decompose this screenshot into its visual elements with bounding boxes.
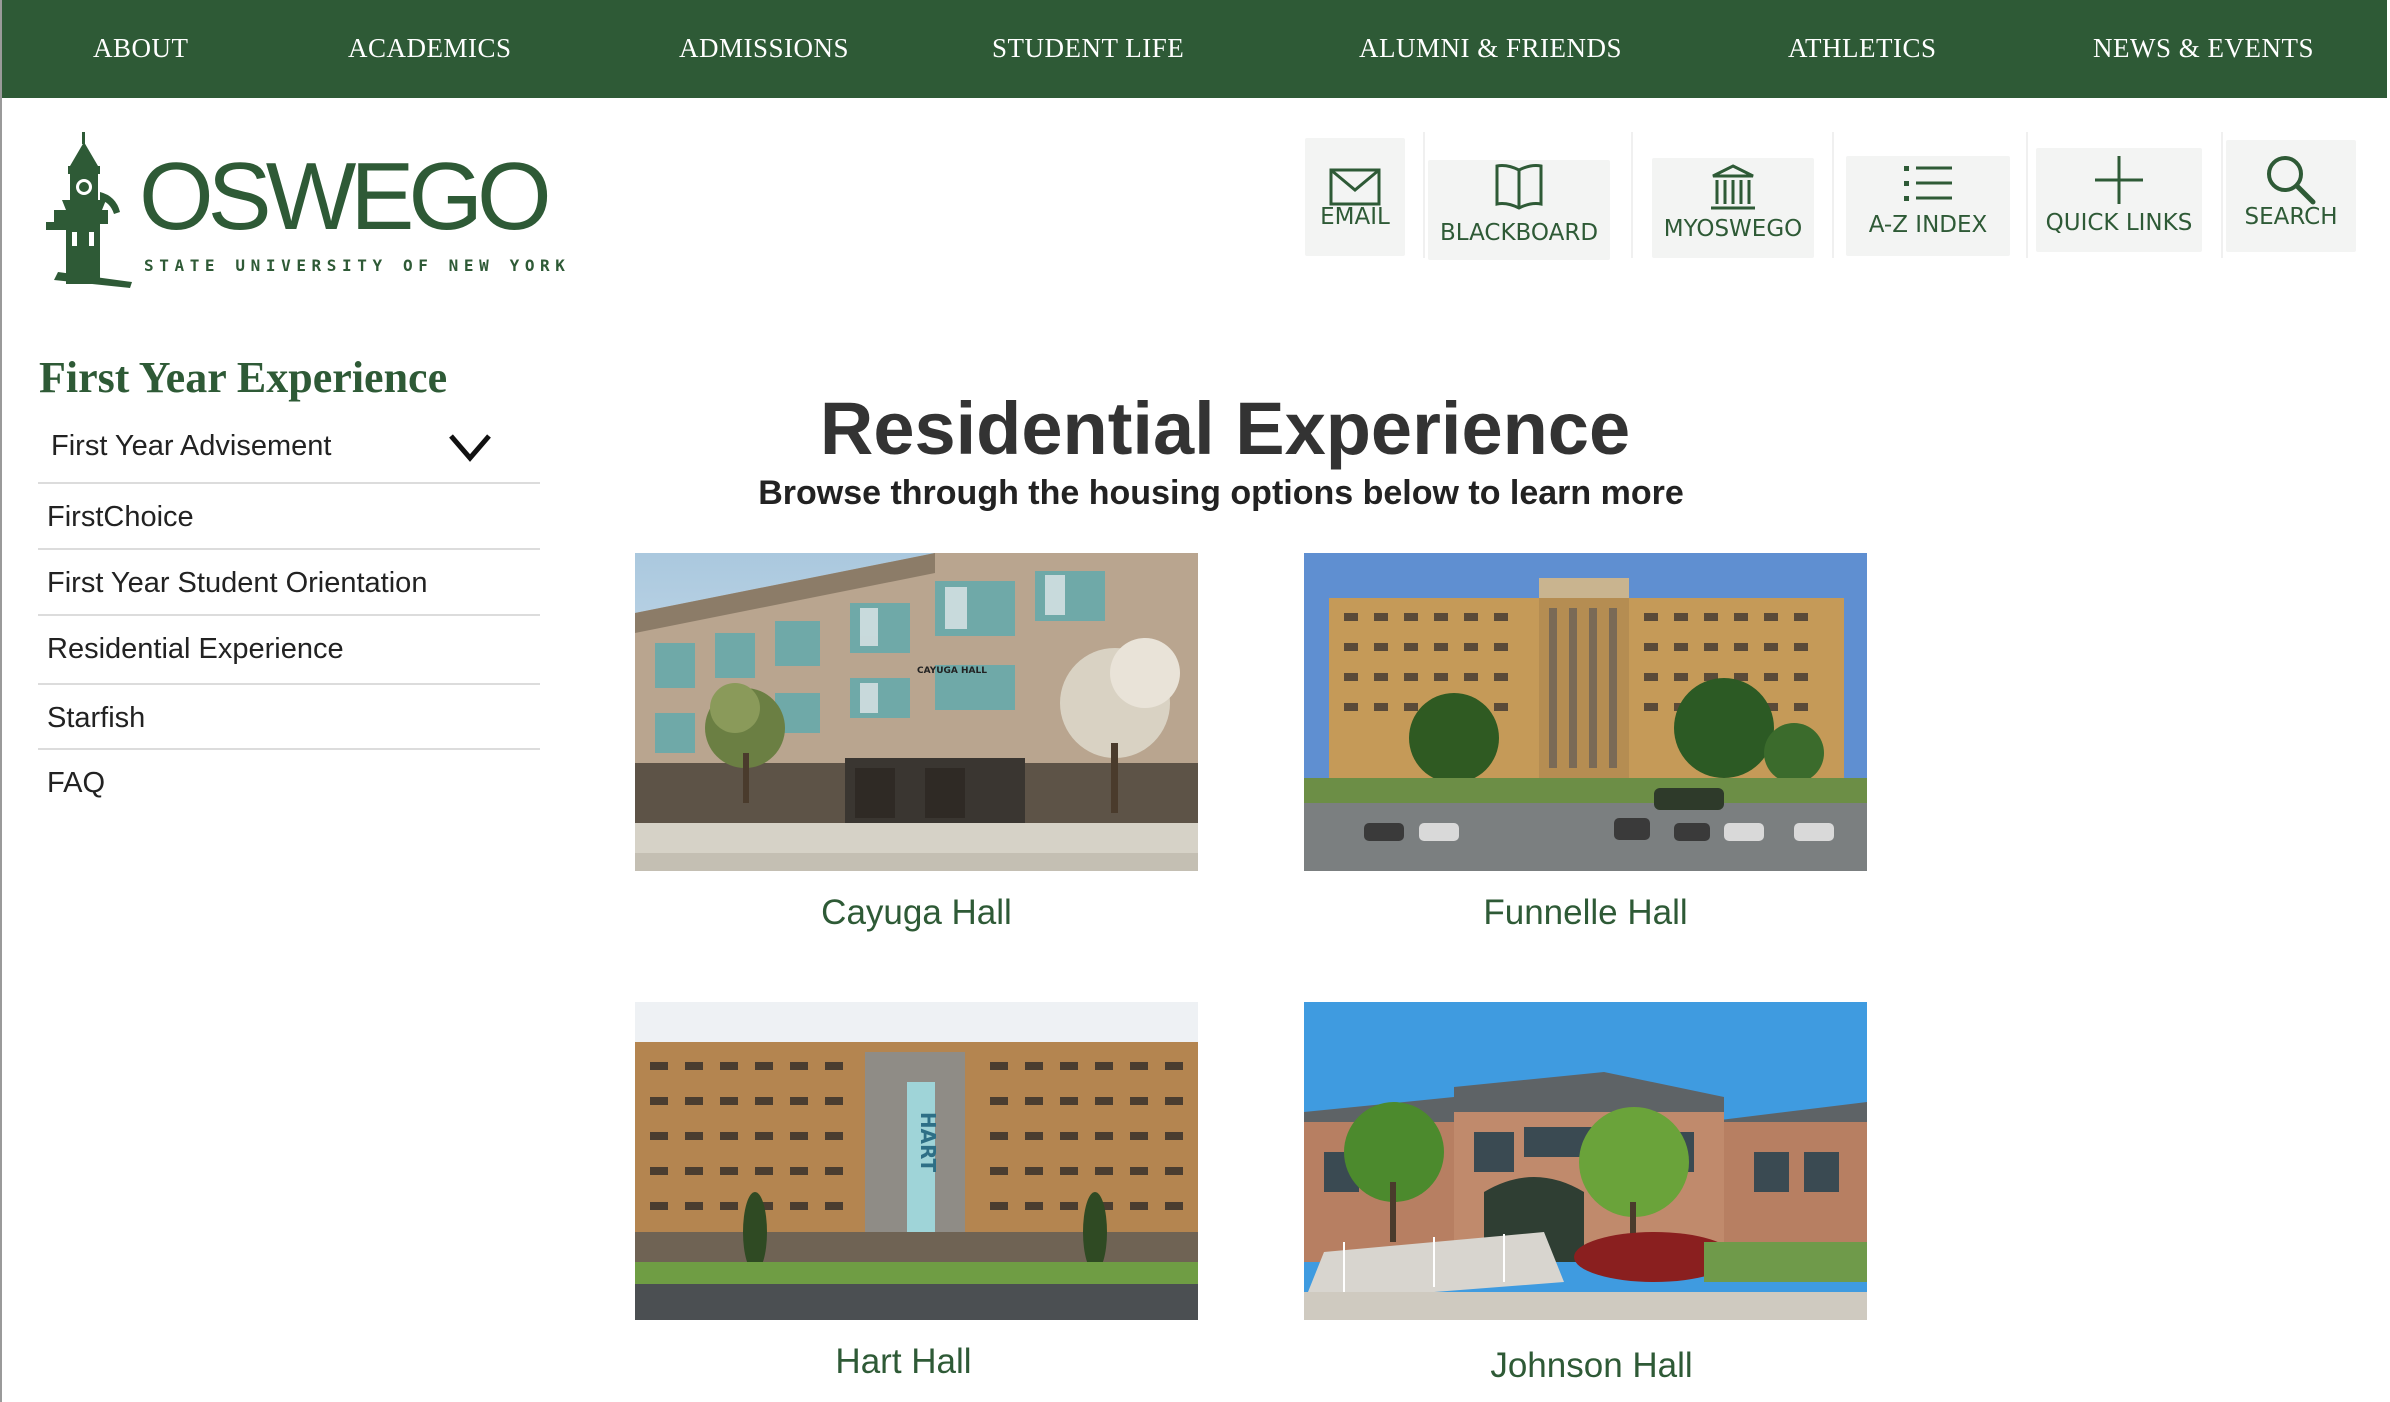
- utility-divider: [2221, 132, 2223, 258]
- utility-divider: [1832, 132, 1834, 258]
- nav-news-events[interactable]: NEWS & EVENTS: [2093, 0, 2314, 98]
- hall-name-johnson[interactable]: Johnson Hall: [1316, 1346, 1867, 1386]
- myoswego-label: MYOSWEGO: [1663, 216, 1803, 242]
- hall-card-funnelle[interactable]: Funnelle Hall: [1304, 553, 1867, 932]
- sidebar-item-residential-experience[interactable]: Residential Experience: [38, 616, 540, 685]
- cayuga-hall-photo[interactable]: CAYUGA HALL: [635, 553, 1198, 871]
- hall-name-cayuga[interactable]: Cayuga Hall: [635, 893, 1198, 933]
- nav-about[interactable]: ABOUT: [93, 0, 189, 98]
- search-link[interactable]: SEARCH: [2226, 140, 2356, 252]
- window-edge: [0, 0, 2, 1402]
- sidebar-item-orientation[interactable]: First Year Student Orientation: [38, 550, 540, 616]
- nav-student-life[interactable]: STUDENT LIFE: [992, 0, 1184, 98]
- hall-card-cayuga[interactable]: CAYUGA HALL Cayuga Hall: [635, 553, 1198, 932]
- top-navigation: ABOUT ACADEMICS ADMISSIONS STUDENT LIFE …: [2, 0, 2387, 98]
- nav-academics[interactable]: ACADEMICS: [348, 0, 512, 98]
- envelope-icon: [1329, 168, 1381, 206]
- page-title: Residential Experience: [819, 387, 1631, 470]
- hall-name-hart[interactable]: Hart Hall: [609, 1342, 1198, 1382]
- hall-card-johnson[interactable]: Johnson Hall: [1304, 1002, 1867, 1385]
- sidebar-item-faq[interactable]: FAQ: [38, 750, 540, 810]
- search-icon: [2267, 156, 2316, 205]
- blackboard-label: BLACKBOARD: [1439, 220, 1599, 246]
- az-index-label: A-Z INDEX: [1868, 212, 1988, 238]
- sidebar-item-label: Starfish: [47, 702, 146, 734]
- plus-icon: [2095, 156, 2143, 204]
- nav-alumni-friends[interactable]: ALUMNI & FRIENDS: [1359, 0, 1622, 98]
- johnson-hall-photo[interactable]: [1304, 1002, 1867, 1320]
- quick-links-link[interactable]: QUICK LINKS: [2036, 148, 2202, 252]
- hart-banner: HART: [916, 1112, 940, 1173]
- blackboard-link[interactable]: BLACKBOARD: [1428, 160, 1610, 260]
- hall-card-hart[interactable]: HART Hart Hall: [635, 1002, 1198, 1381]
- nav-athletics[interactable]: ATHLETICS: [1788, 0, 1937, 98]
- nav-admissions[interactable]: ADMISSIONS: [679, 0, 849, 98]
- funnelle-hall-photo[interactable]: [1304, 553, 1867, 871]
- sidebar-item-label: Residential Experience: [47, 633, 344, 665]
- az-index-link[interactable]: A-Z INDEX: [1846, 156, 2010, 256]
- email-label: EMAIL: [1320, 204, 1390, 230]
- building-columns-icon: [1711, 164, 1755, 210]
- sidebar-item-label: First Year Student Orientation: [47, 567, 428, 599]
- utility-divider: [1423, 132, 1425, 258]
- email-link[interactable]: EMAIL: [1305, 138, 1405, 256]
- logo-tagline: STATE UNIVERSITY OF NEW YORK: [144, 256, 571, 275]
- cayuga-sign: CAYUGA HALL: [917, 666, 987, 676]
- utility-divider: [1631, 132, 1633, 258]
- oswego-logo[interactable]: OSWEGO STATE UNIVERSITY OF NEW YORK: [44, 132, 565, 290]
- sidebar-item-label: FAQ: [47, 767, 106, 799]
- sidebar-item-starfish[interactable]: Starfish: [38, 685, 540, 750]
- utility-divider: [2026, 132, 2028, 258]
- myoswego-link[interactable]: MYOSWEGO: [1652, 158, 1814, 258]
- hall-name-funnelle[interactable]: Funnelle Hall: [1304, 893, 1867, 933]
- quick-links-label: QUICK LINKS: [2045, 210, 2193, 236]
- book-icon: [1495, 164, 1543, 210]
- search-label: SEARCH: [2244, 204, 2338, 230]
- clock-tower-icon: [46, 132, 132, 288]
- list-icon: [1904, 166, 1952, 201]
- logo-wordmark: OSWEGO: [139, 143, 552, 250]
- hart-hall-photo[interactable]: HART: [635, 1002, 1198, 1320]
- page-subtitle: Browse through the housing options below…: [758, 474, 1684, 512]
